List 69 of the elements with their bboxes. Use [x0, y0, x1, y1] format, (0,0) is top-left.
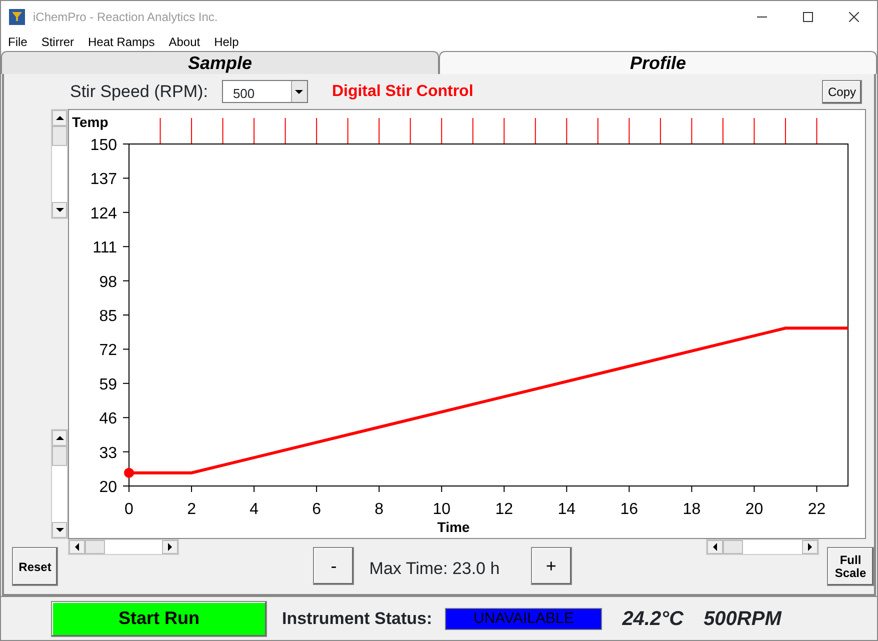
max-time-label: Max Time: 23.0 h [369, 558, 501, 580]
axis-tick-label: 10 [432, 501, 450, 518]
arrow-up-icon [56, 436, 64, 440]
axis-tick-label: 2 [187, 501, 196, 518]
menu-item[interactable]: Stirrer [34, 33, 82, 51]
stir-mode-label: Digital Stir Control [332, 82, 474, 102]
scrollbar-thumb[interactable] [52, 446, 67, 466]
instrument-status-value: UNAVAILABLE [445, 608, 602, 630]
full-scale-button[interactable]: Full Scale [827, 547, 874, 586]
arrow-right-icon [168, 543, 172, 551]
horizontal-scrollbar[interactable] [68, 539, 179, 555]
axis-tick-label: 85 [99, 308, 117, 325]
menu-item[interactable]: Help [207, 33, 246, 51]
app-icon [9, 9, 25, 25]
vertical-scrollbar[interactable] [51, 429, 68, 539]
axis-tick-label: 72 [99, 342, 117, 360]
tab[interactable]: Sample [1, 51, 439, 74]
scrollbar-thumb[interactable] [52, 126, 67, 146]
window-title: iChemPro - Reaction Analytics Inc. [33, 9, 218, 26]
arrow-down-icon [56, 528, 64, 532]
close-icon [849, 12, 859, 22]
axis-tick-label: 98 [99, 274, 117, 291]
start-run-button[interactable]: Start Run [51, 600, 267, 636]
scrollbar-thumb[interactable] [85, 540, 105, 554]
arrow-left-icon [75, 543, 79, 551]
menu-item[interactable]: File [1, 33, 34, 51]
axis-tick-label: 20 [745, 501, 764, 518]
menu-item[interactable]: About [162, 33, 208, 51]
copy-button[interactable]: Copy [822, 80, 862, 104]
stir-speed-dropdown[interactable]: 500 [222, 80, 308, 103]
temperature-reading: 24.2°C [622, 606, 684, 632]
maximize-icon [803, 12, 813, 22]
axis-tick-label: 0 [124, 501, 134, 518]
arrow-left-icon [713, 543, 717, 551]
axis-tick-label: 8 [374, 501, 384, 518]
axis-tick-label: 124 [90, 205, 117, 222]
arrow-right-icon [808, 543, 812, 551]
tab[interactable]: Profile [439, 51, 877, 74]
vertical-scrollbar[interactable] [51, 109, 68, 219]
axis-tick-label: 20 [99, 479, 117, 496]
minimize-icon [757, 16, 767, 18]
axis-tick-label: 59 [99, 376, 117, 394]
start-point [124, 468, 134, 478]
axis-tick-label: 111 [92, 240, 117, 257]
axis-tick-label: 18 [682, 501, 701, 518]
arrow-down-icon [56, 208, 64, 212]
axis-tick-label: 33 [99, 444, 117, 462]
axis-tick-label: 6 [312, 501, 322, 518]
increase-button[interactable]: + [530, 547, 572, 585]
menu-item[interactable]: Heat Ramps [81, 33, 162, 51]
reset-button[interactable]: Reset [12, 547, 58, 586]
rpm-reading: 500RPM [704, 606, 782, 632]
axis-tick-label: 137 [90, 171, 117, 188]
horizontal-scrollbar[interactable] [706, 539, 819, 555]
stir-speed-label: Stir Speed (RPM): [70, 80, 208, 103]
axis-tick-label: 150 [90, 137, 117, 154]
arrow-up-icon [56, 116, 64, 120]
x-axis-label: Time [437, 519, 470, 535]
instrument-status-label: Instrument Status: [282, 608, 432, 630]
axis-tick-label: 14 [558, 501, 576, 518]
scrollbar-thumb[interactable] [723, 540, 743, 554]
axis-tick-label: 46 [99, 410, 117, 428]
axis-tick-label: 4 [250, 501, 258, 518]
y-axis-label: Temp [72, 114, 108, 130]
axis-tick-label: 16 [620, 501, 638, 518]
axis-tick-label: 22 [808, 501, 826, 518]
axis-tick-label: 12 [495, 501, 514, 518]
decrease-button[interactable]: - [313, 547, 354, 585]
caret-icon [295, 90, 304, 94]
